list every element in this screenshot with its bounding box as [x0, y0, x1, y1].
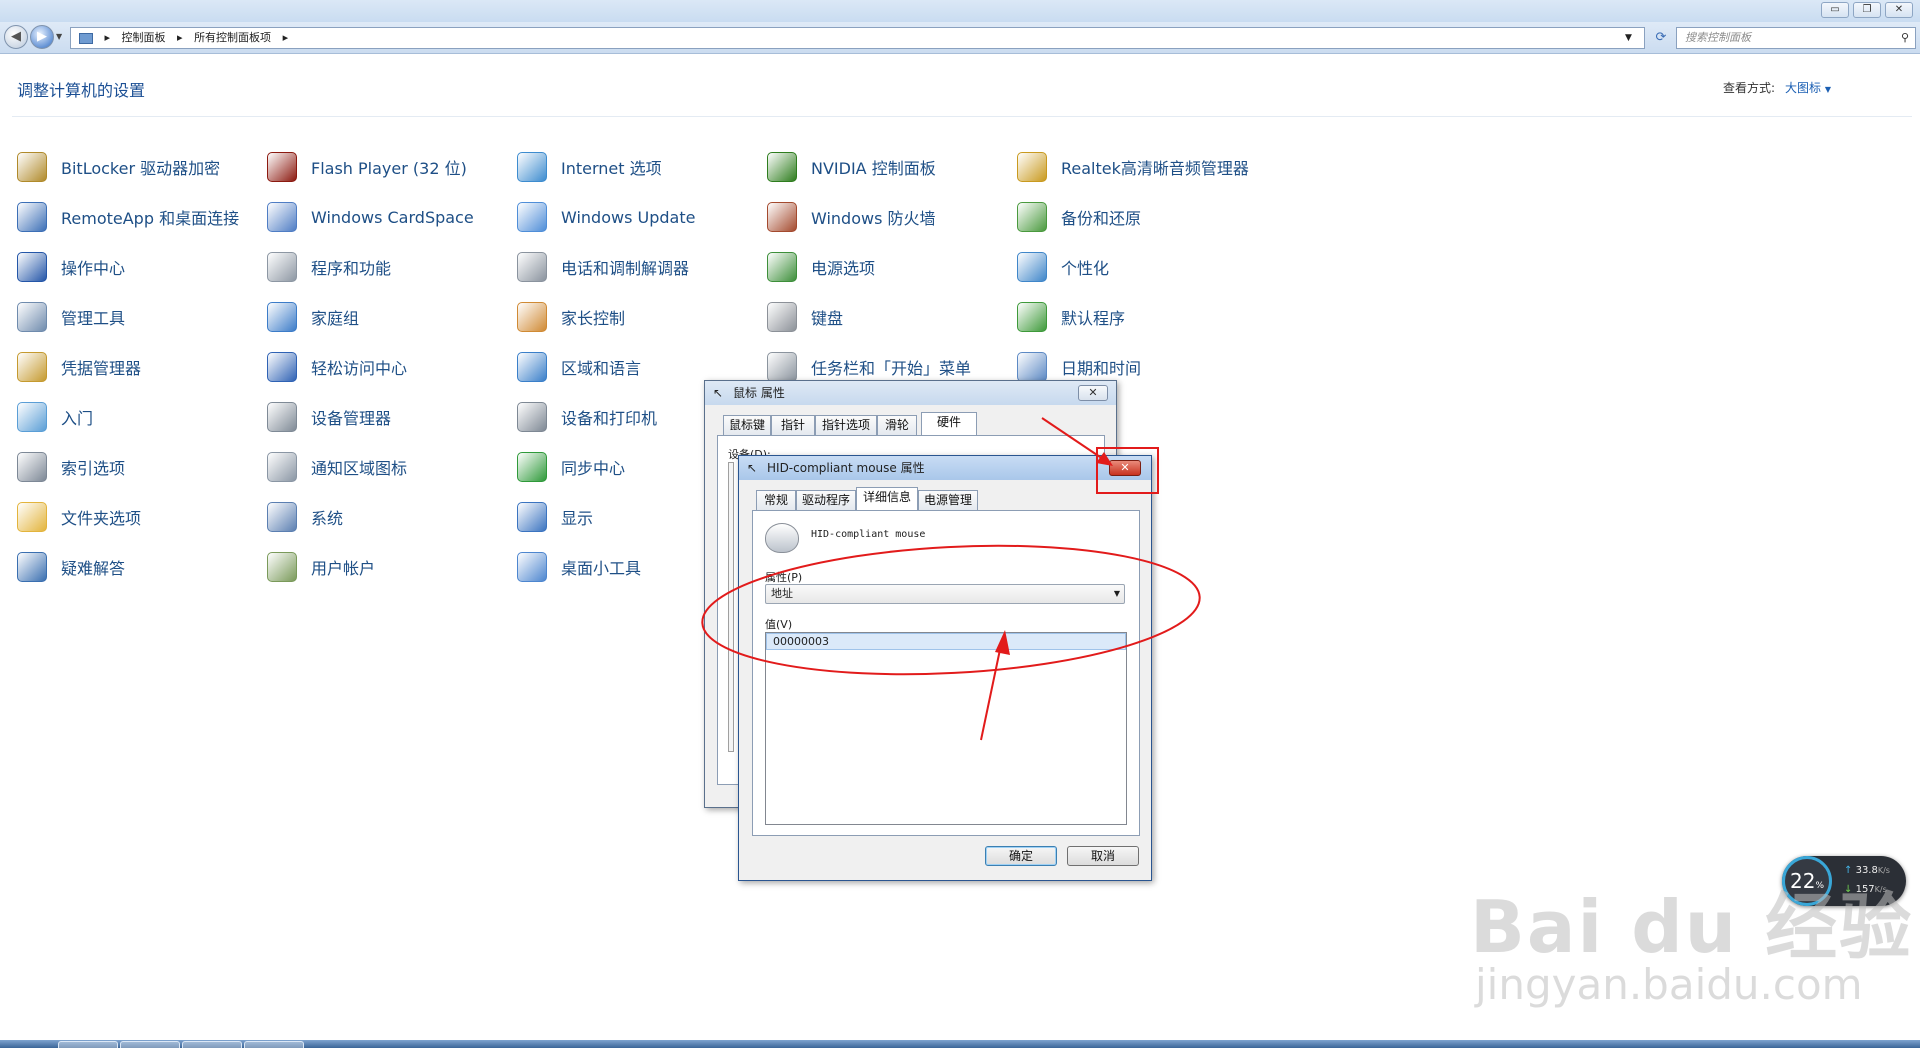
tab-hardware[interactable]: 硬件 — [921, 412, 977, 435]
watermark-url: jingyan.baidu.com — [1475, 960, 1863, 1009]
value-highlight-ellipse — [701, 544, 1201, 676]
taskbar-button[interactable] — [58, 1041, 118, 1048]
annotation-arrow-line — [1041, 417, 1110, 464]
close-button-highlight-box — [1096, 447, 1159, 494]
watermark-logo: Bai du 经验 — [1470, 885, 1914, 969]
value-arrow-head — [995, 630, 1010, 655]
taskbar-button[interactable] — [120, 1041, 180, 1048]
taskbar-button[interactable] — [182, 1041, 242, 1048]
annotation-arrow-head — [1096, 452, 1113, 466]
taskbar-button[interactable] — [244, 1041, 304, 1048]
value-arrow-line — [980, 639, 1003, 741]
tab-details[interactable]: 详细信息 — [856, 487, 918, 510]
